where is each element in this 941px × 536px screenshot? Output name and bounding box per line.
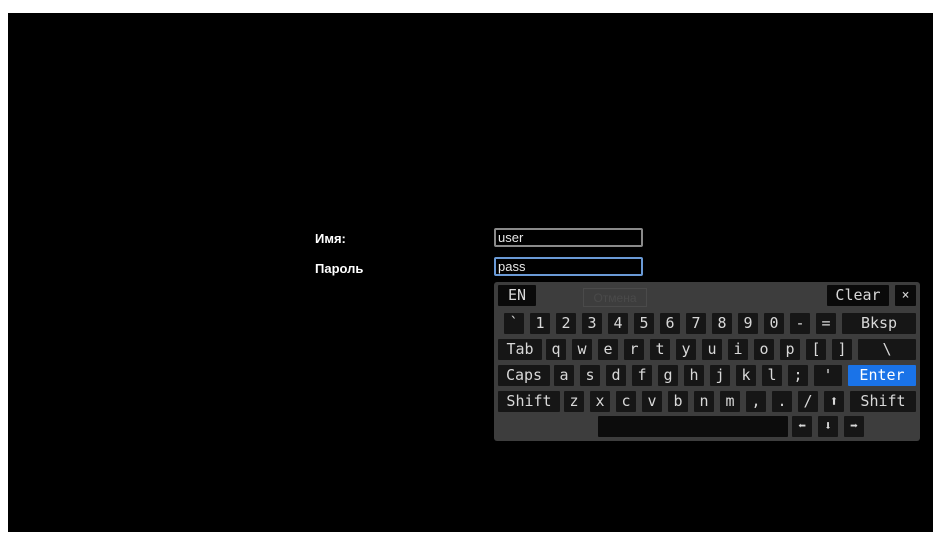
close-keyboard-key[interactable]: ×: [895, 285, 916, 306]
key-row2-8[interactable]: i: [728, 339, 748, 360]
key-row1-10[interactable]: 0: [764, 313, 784, 334]
key-row1-11[interactable]: -: [790, 313, 810, 334]
key-row2-1[interactable]: q: [546, 339, 566, 360]
key-row1-12[interactable]: =: [816, 313, 836, 334]
key-row1-4[interactable]: 4: [608, 313, 628, 334]
key-row4-9[interactable]: .: [772, 391, 792, 412]
key-row2-4[interactable]: r: [624, 339, 644, 360]
key-row3-3[interactable]: d: [606, 365, 626, 386]
key-row4-8[interactable]: ,: [746, 391, 766, 412]
key-row4-7[interactable]: m: [720, 391, 740, 412]
cancel-button[interactable]: Отмена: [583, 288, 647, 307]
down-arrow-key[interactable]: ⬇: [818, 416, 838, 437]
right-arrow-key[interactable]: ➡: [844, 416, 864, 437]
key-row3-0[interactable]: Caps: [498, 365, 550, 386]
key-row3-7[interactable]: j: [710, 365, 730, 386]
key-row4-5[interactable]: b: [668, 391, 688, 412]
name-input[interactable]: user: [494, 228, 643, 247]
key-row3-9[interactable]: l: [762, 365, 782, 386]
key-row1-13[interactable]: Bksp: [842, 313, 916, 334]
name-label: Имя:: [315, 231, 346, 246]
space-key[interactable]: [598, 416, 788, 437]
key-row1-3[interactable]: 3: [582, 313, 602, 334]
key-row4-12[interactable]: Shift: [850, 391, 916, 412]
key-row2-0[interactable]: Tab: [498, 339, 542, 360]
key-row1-7[interactable]: 7: [686, 313, 706, 334]
key-row1-6[interactable]: 6: [660, 313, 680, 334]
key-row2-10[interactable]: p: [780, 339, 800, 360]
key-row4-3[interactable]: c: [616, 391, 636, 412]
key-row1-8[interactable]: 8: [712, 313, 732, 334]
key-row2-9[interactable]: o: [754, 339, 774, 360]
key-row2-2[interactable]: w: [572, 339, 592, 360]
key-row1-9[interactable]: 9: [738, 313, 758, 334]
left-arrow-key[interactable]: ⬅: [792, 416, 812, 437]
key-row4-0[interactable]: Shift: [498, 391, 560, 412]
key-row3-6[interactable]: h: [684, 365, 704, 386]
key-row1-2[interactable]: 2: [556, 313, 576, 334]
password-label: Пароль: [315, 261, 364, 276]
tv-screen: [8, 13, 933, 532]
key-row3-8[interactable]: k: [736, 365, 756, 386]
key-row3-5[interactable]: g: [658, 365, 678, 386]
key-row3-2[interactable]: s: [580, 365, 600, 386]
password-input[interactable]: pass: [494, 257, 643, 276]
key-row4-11[interactable]: ⬆: [824, 391, 844, 412]
language-key[interactable]: EN: [498, 285, 536, 306]
key-row3-12[interactable]: Enter: [848, 365, 916, 386]
key-row1-5[interactable]: 5: [634, 313, 654, 334]
key-row2-11[interactable]: [: [806, 339, 826, 360]
key-row3-4[interactable]: f: [632, 365, 652, 386]
key-row2-3[interactable]: e: [598, 339, 618, 360]
key-row4-2[interactable]: x: [590, 391, 610, 412]
key-row3-1[interactable]: a: [554, 365, 574, 386]
key-row4-6[interactable]: n: [694, 391, 714, 412]
clear-key[interactable]: Clear: [827, 285, 889, 306]
key-row2-5[interactable]: t: [650, 339, 670, 360]
key-row3-11[interactable]: ': [814, 365, 842, 386]
key-row2-13[interactable]: \: [858, 339, 916, 360]
key-row1-1[interactable]: 1: [530, 313, 550, 334]
key-row4-1[interactable]: z: [564, 391, 584, 412]
key-row2-12[interactable]: ]: [832, 339, 852, 360]
key-row2-6[interactable]: y: [676, 339, 696, 360]
key-row2-7[interactable]: u: [702, 339, 722, 360]
key-row4-4[interactable]: v: [642, 391, 662, 412]
key-row3-10[interactable]: ;: [788, 365, 808, 386]
key-row1-0[interactable]: `: [504, 313, 524, 334]
onscreen-keyboard: EN Отмена Clear × ` 1 2 3 4 5 6 7 8 9 0- = Bksp Tab q…: [494, 282, 920, 441]
key-row4-10[interactable]: /: [798, 391, 818, 412]
